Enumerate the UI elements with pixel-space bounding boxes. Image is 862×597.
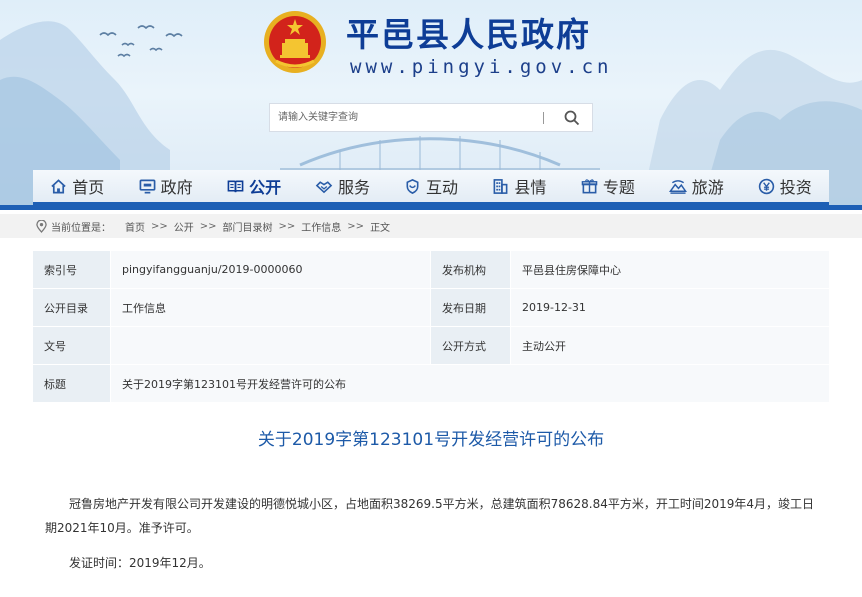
nav-label: 互动 (425, 178, 458, 197)
nav-label: 公开 (249, 178, 282, 197)
breadcrumb-label: 当前位置是： (51, 222, 111, 234)
nav-label: 县情 (514, 178, 547, 197)
meta-value: 关于2019字第123101号开发经营许可的公布 (111, 365, 829, 403)
landscape-icon (668, 179, 687, 194)
nav-label: 旅游 (691, 178, 724, 197)
table-row: 公开目录 工作信息 发布日期 2019-12-31 (33, 289, 829, 327)
site-title: 平邑县人民政府 (346, 15, 591, 54)
breadcrumb: 当前位置是： 首页 >> 公开 >> 部门目录树 >> 工作信息 >> 正文 (0, 214, 862, 238)
breadcrumb-work-info[interactable]: 工作信息 (301, 219, 341, 234)
nav-label: 专题 (602, 178, 635, 197)
nav-label: 投资 (779, 178, 812, 197)
nav-item-investment[interactable]: 投资 (741, 170, 829, 202)
gift-icon (581, 178, 598, 193)
nav-label: 服务 (338, 178, 371, 197)
nav-item-topics[interactable]: 专题 (564, 170, 652, 202)
meta-key: 公开方式 (431, 327, 511, 365)
nav-item-public[interactable]: 公开 (210, 170, 298, 202)
meta-value: pingyifangguanju/2019-0000060 (111, 251, 431, 289)
national-emblem-icon (264, 11, 326, 73)
article-title: 关于2019字第123101号开发经营许可的公布 (257, 430, 605, 450)
main-nav: 首页 政府 公开 服务 互动 县情 专题 旅游 投资 (33, 170, 829, 205)
meta-value: 主动公开 (511, 327, 829, 365)
breadcrumb-current: 正文 (370, 222, 391, 234)
breadcrumb-separator: >> (151, 220, 168, 232)
monitor-icon (139, 179, 156, 193)
meta-value: 平邑县住房保障中心 (511, 251, 829, 289)
meta-value: 2019-12-31 (511, 289, 829, 327)
table-row: 索引号 pingyifangguanju/2019-0000060 发布机构 平… (33, 251, 829, 289)
breadcrumb-home[interactable]: 首页 (125, 219, 145, 234)
nav-item-home[interactable]: 首页 (33, 170, 121, 202)
breadcrumb-dept-tree[interactable]: 部门目录树 (223, 219, 273, 234)
chat-icon (406, 178, 419, 194)
breadcrumb-public[interactable]: 公开 (174, 219, 194, 234)
meta-key: 文号 (33, 327, 111, 365)
meta-key: 公开目录 (33, 289, 111, 327)
table-row: 标题 关于2019字第123101号开发经营许可的公布 (33, 365, 829, 403)
nav-item-tourism[interactable]: 旅游 (652, 170, 740, 202)
search-divider (543, 112, 544, 124)
article-issue-date: 发证时间：2019年12月。 (69, 556, 211, 570)
search-button[interactable] (554, 106, 590, 130)
search-input[interactable] (270, 104, 550, 131)
nav-label: 首页 (72, 178, 105, 197)
table-row: 文号 公开方式 主动公开 (33, 327, 829, 365)
nav-item-county-info[interactable]: 县情 (475, 170, 563, 202)
document-meta-table: 索引号 pingyifangguanju/2019-0000060 发布机构 平… (33, 251, 829, 403)
meta-key: 发布机构 (431, 251, 511, 289)
building-icon (493, 178, 508, 194)
nav-item-government[interactable]: 政府 (121, 170, 209, 202)
location-pin-icon (36, 219, 47, 233)
meta-key: 索引号 (33, 251, 111, 289)
meta-key: 发布日期 (431, 289, 511, 327)
nav-item-interact[interactable]: 互动 (387, 170, 475, 202)
breadcrumb-separator: >> (347, 220, 365, 232)
site-url: www.pingyi.gov.cn (350, 56, 613, 78)
book-icon (227, 180, 244, 192)
nav-label: 政府 (160, 178, 193, 197)
meta-value: 工作信息 (111, 289, 431, 327)
article-body: 冠鲁房地产开发有限公司开发建设的明德悦城小区，占地面积38269.5平方米，总建… (45, 497, 815, 535)
yen-icon (758, 178, 774, 194)
home-icon (51, 178, 66, 193)
nav-item-service[interactable]: 服务 (298, 170, 386, 202)
search-icon (564, 110, 580, 126)
breadcrumb-separator: >> (199, 220, 217, 232)
handshake-icon (315, 180, 333, 193)
meta-key: 标题 (33, 365, 111, 403)
breadcrumb-separator: >> (278, 220, 296, 232)
nav-underline (0, 205, 862, 210)
meta-value (111, 327, 431, 365)
search-box (269, 103, 593, 132)
